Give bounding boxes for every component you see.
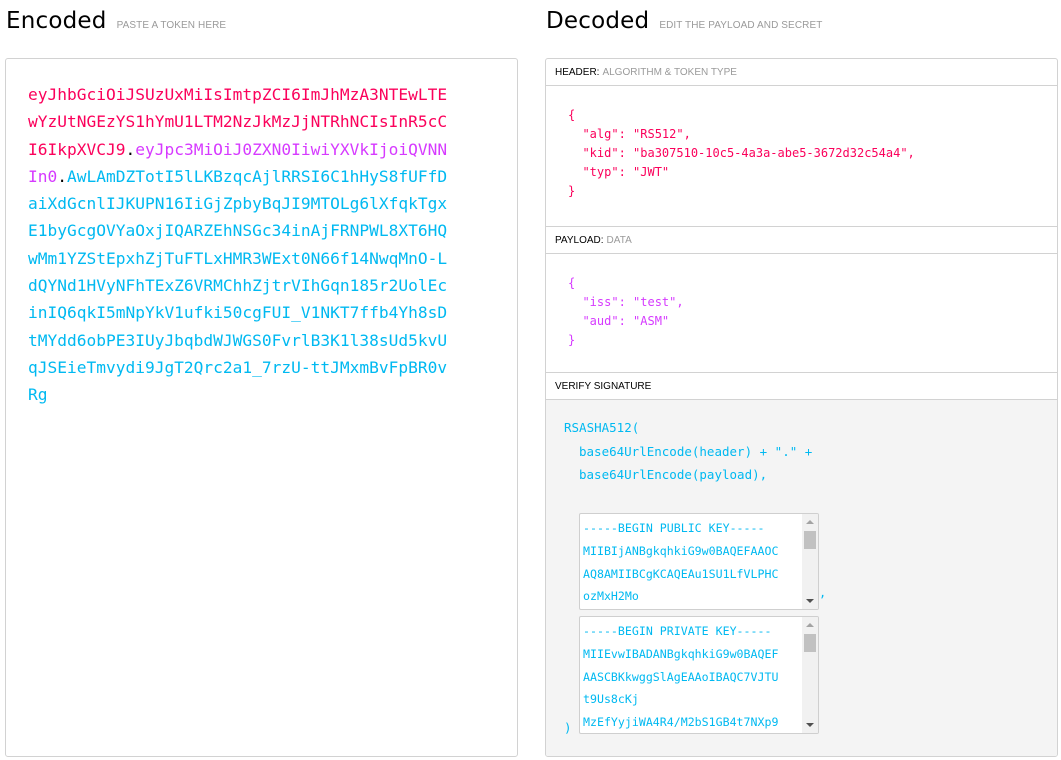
key-line: ozMxH2Mo xyxy=(583,589,639,604)
key-line: AASCBKkwggSlAgEAAoIBAQC7VJTU xyxy=(583,669,779,684)
json-line: } xyxy=(568,184,576,198)
verify-signature-body: RSASHA512( base64UrlEncode(header) + "."… xyxy=(546,400,1057,756)
public-key-scrollbar[interactable] xyxy=(802,514,818,609)
key-line: t9Us8cKj xyxy=(583,692,639,707)
scroll-up-arrow-icon[interactable] xyxy=(806,520,814,524)
verify-label: VERIFY SIGNATURE xyxy=(555,381,652,392)
verify-function-open: RSASHA512( xyxy=(564,420,640,435)
key-line: MzEfYyjiWA4R4/M2bS1GB4t7NXp9 xyxy=(583,715,779,730)
scroll-thumb[interactable] xyxy=(804,634,816,652)
key-line: MIIEvwIBADANBgkqhkiG9w0BAQEF xyxy=(583,646,779,661)
payload-label: PAYLOAD: xyxy=(555,235,604,246)
json-line: { xyxy=(568,108,576,122)
json-line: "aud": "ASM" xyxy=(568,314,670,328)
private-key-scrollbar[interactable] xyxy=(802,617,818,733)
encoded-heading: Encoded PASTE A TOKEN HERE xyxy=(6,8,226,34)
key-line: -----BEGIN PUBLIC KEY----- xyxy=(583,521,765,535)
public-key-textarea[interactable]: -----BEGIN PUBLIC KEY----- MIIBIjANBgkqh… xyxy=(579,513,819,610)
verify-section-title: VERIFY SIGNATURE xyxy=(546,373,1057,400)
private-key-textarea[interactable]: -----BEGIN PRIVATE KEY----- MIIEvwIBADAN… xyxy=(579,616,819,734)
json-line: "iss": "test", xyxy=(568,295,684,309)
key-line: AQ8AMIIBCgKCAQEAu1SU1LfVLPHC xyxy=(583,566,779,581)
token-text[interactable]: eyJhbGciOiJSUzUxMiIsImtpZCI6ImJhMzA3NTEw… xyxy=(28,81,456,409)
payload-sublabel: DATA xyxy=(606,235,632,246)
scroll-up-arrow-icon[interactable] xyxy=(806,623,814,627)
verify-payload-expr: base64UrlEncode(payload), xyxy=(579,467,768,482)
json-line: { xyxy=(568,276,576,290)
header-sublabel: ALGORITHM & TOKEN TYPE xyxy=(602,67,737,78)
decoded-subtitle: EDIT THE PAYLOAD AND SECRET xyxy=(659,20,823,31)
header-json-editor[interactable]: { "alg": "RS512", "kid": "ba307510-10c5-… xyxy=(546,86,1057,227)
encoded-subtitle: PASTE A TOKEN HERE xyxy=(116,20,227,31)
header-section-title: HEADER: ALGORITHM & TOKEN TYPE xyxy=(546,59,1057,86)
key-line: MIIBIjANBgkqhkiG9w0BAQEFAAOC xyxy=(583,543,779,558)
token-separator: . xyxy=(57,166,67,186)
json-line: "kid": "ba307510-10c5-4a3a-abe5-3672d32c… xyxy=(568,146,915,160)
token-signature-part: AwLAmDZTotI5lLKBzqcAjlRRSI6C1hHyS8fUFfDa… xyxy=(28,166,448,405)
decoded-panel: HEADER: ALGORITHM & TOKEN TYPE { "alg": "… xyxy=(545,58,1058,757)
token-separator: . xyxy=(125,139,136,159)
header-label: HEADER: xyxy=(555,67,600,78)
json-line: } xyxy=(568,333,576,347)
payload-json-editor[interactable]: { "iss": "test", "aud": "ASM" } xyxy=(546,254,1057,373)
scroll-thumb[interactable] xyxy=(804,531,816,549)
verify-function-close: ) xyxy=(564,720,572,735)
encoded-title: Encoded xyxy=(6,8,107,34)
key-line: -----BEGIN PRIVATE KEY----- xyxy=(583,624,772,638)
decoded-heading: Decoded EDIT THE PAYLOAD AND SECRET xyxy=(546,8,822,34)
encoded-token-input[interactable]: eyJhbGciOiJSUzUxMiIsImtpZCI6ImJhMzA3NTEw… xyxy=(5,58,518,757)
verify-header-expr: base64UrlEncode(header) + "." + xyxy=(579,443,813,459)
decoded-title: Decoded xyxy=(546,8,650,34)
json-line: "typ": "JWT" xyxy=(568,165,670,179)
scroll-down-arrow-icon[interactable] xyxy=(806,723,814,727)
json-line: "alg": "RS512", xyxy=(568,127,691,141)
payload-section-title: PAYLOAD: DATA xyxy=(546,227,1057,254)
scroll-down-arrow-icon[interactable] xyxy=(806,599,814,603)
argument-comma: , xyxy=(819,586,827,600)
